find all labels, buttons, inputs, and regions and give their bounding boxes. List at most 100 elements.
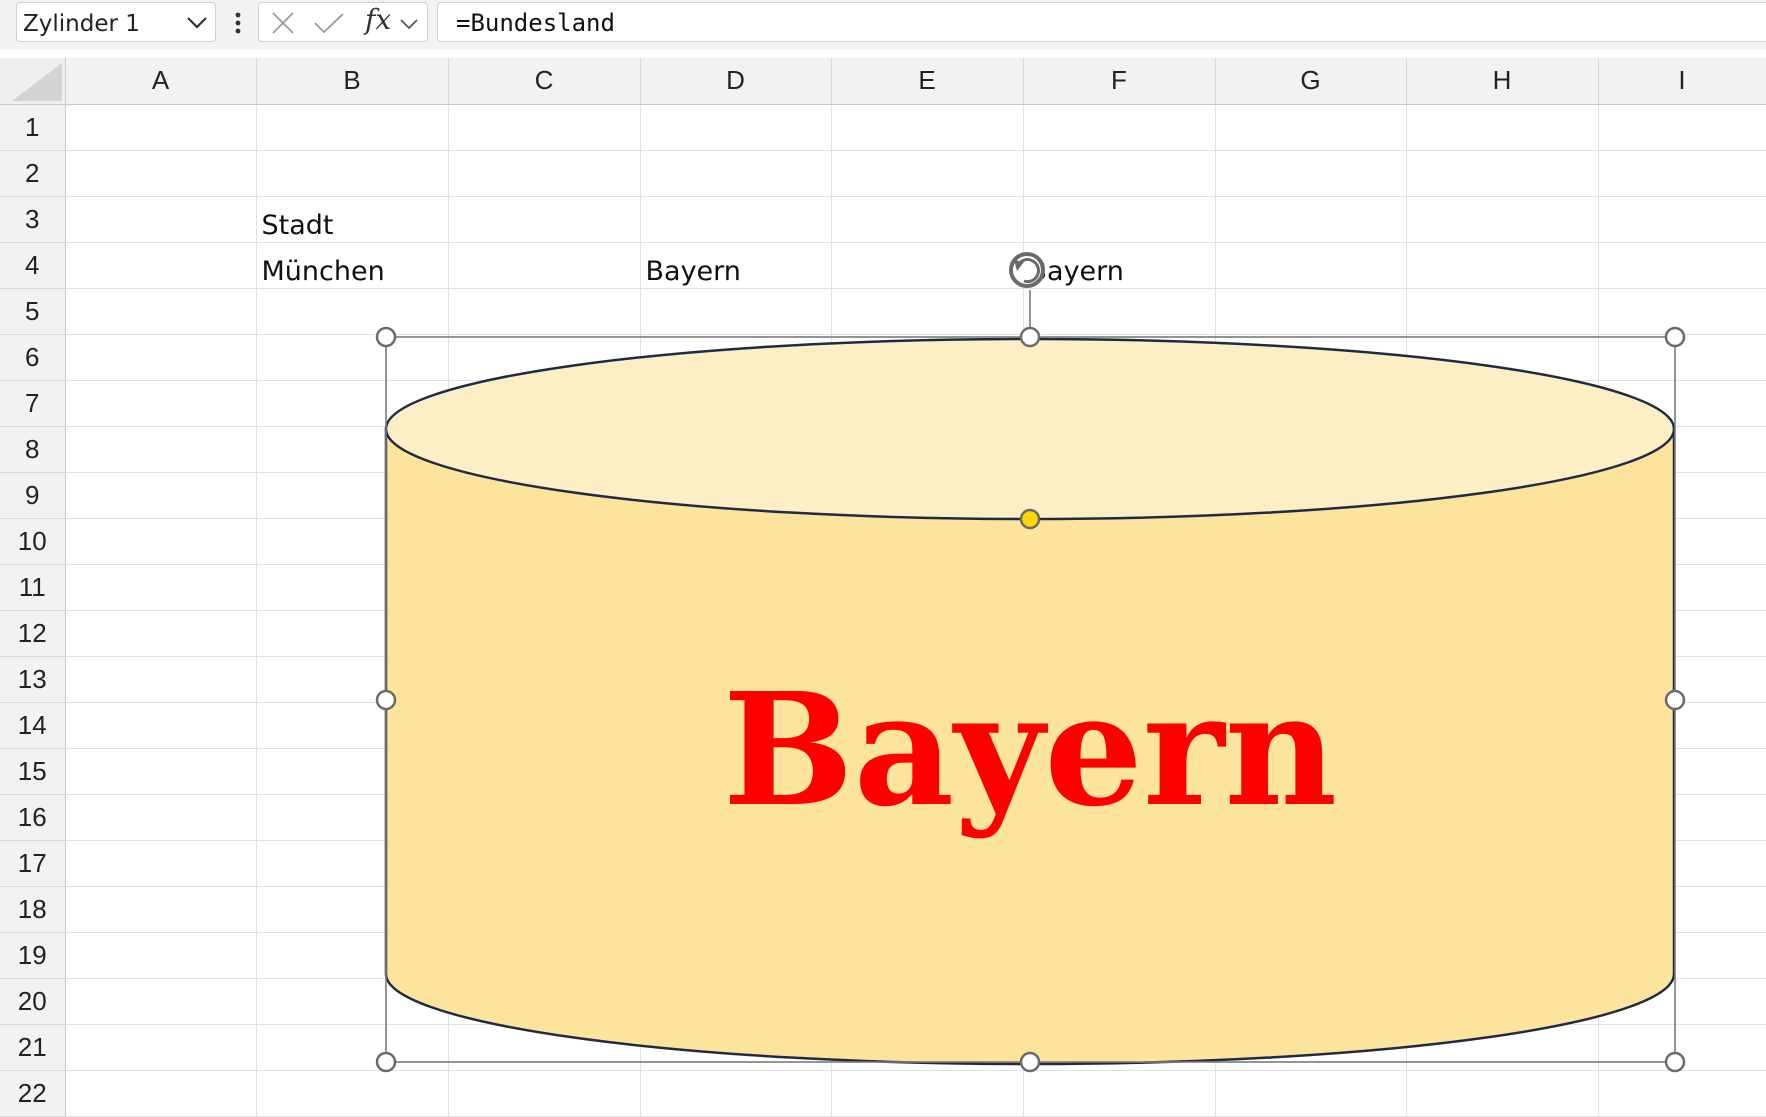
formula-input[interactable]: =Bundesland [437,2,1766,42]
adjust-handle[interactable] [1019,508,1041,530]
row-header-3[interactable]: 3 [0,196,66,243]
row-header-12[interactable]: 12 [0,610,66,657]
cell[interactable] [65,104,257,151]
cell[interactable] [1598,150,1766,197]
cell[interactable] [640,104,832,151]
row-header-9[interactable]: 9 [0,472,66,519]
cell[interactable] [65,932,257,979]
cell[interactable] [1023,150,1216,197]
column-header-h[interactable]: H [1406,58,1599,105]
cell[interactable] [1598,1070,1766,1117]
row-header-18[interactable]: 18 [0,886,66,933]
column-header-i[interactable]: I [1598,58,1766,105]
cell[interactable] [65,564,257,611]
cell[interactable] [65,150,257,197]
column-header-a[interactable]: A [65,58,257,105]
cell[interactable] [65,1024,257,1071]
chevron-down-icon[interactable] [185,15,209,31]
cell[interactable] [65,380,257,427]
cell[interactable] [1406,1070,1599,1117]
cell[interactable] [1598,242,1766,289]
row-header-8[interactable]: 8 [0,426,66,473]
more-options-icon[interactable] [228,8,248,38]
cell-b4[interactable]: München [256,242,449,289]
cell[interactable] [1598,104,1766,151]
column-header-d[interactable]: D [640,58,832,105]
row-header-13[interactable]: 13 [0,656,66,703]
enter-icon[interactable] [313,12,345,34]
cell[interactable] [1215,242,1407,289]
column-header-f[interactable]: F [1023,58,1216,105]
cell[interactable] [831,1070,1024,1117]
fx-icon[interactable]: fx [365,3,391,36]
cell[interactable] [640,288,832,335]
resize-handle-ne[interactable] [1664,326,1686,348]
cell-b3[interactable]: Stadt [256,196,449,243]
cell[interactable] [65,1070,257,1117]
row-header-5[interactable]: 5 [0,288,66,335]
row-header-14[interactable]: 14 [0,702,66,749]
cell[interactable] [448,242,641,289]
cell[interactable] [1215,196,1407,243]
resize-handle-sw[interactable] [375,1051,397,1073]
cell-f4[interactable]: Bayern [1023,242,1216,289]
cell[interactable] [1406,150,1599,197]
cell[interactable] [448,196,641,243]
cell[interactable] [640,196,832,243]
cell[interactable] [448,288,641,335]
cell[interactable] [65,978,257,1025]
cell[interactable] [65,518,257,565]
cell[interactable] [65,288,257,335]
cell[interactable] [1023,1070,1216,1117]
cell[interactable] [65,610,257,657]
cell[interactable] [1023,196,1216,243]
row-header-15[interactable]: 15 [0,748,66,795]
select-all-corner[interactable] [0,58,66,105]
cell[interactable] [256,334,449,381]
cell[interactable] [448,104,641,151]
row-header-20[interactable]: 20 [0,978,66,1025]
cell[interactable] [1215,104,1407,151]
row-header-11[interactable]: 11 [0,564,66,611]
resize-handle-nw[interactable] [375,326,397,348]
cell[interactable] [65,702,257,749]
row-header-4[interactable]: 4 [0,242,66,289]
cell[interactable] [65,196,257,243]
row-header-7[interactable]: 7 [0,380,66,427]
cell[interactable] [1215,1070,1407,1117]
cell[interactable] [831,196,1024,243]
rotate-icon[interactable] [1009,252,1045,288]
cell[interactable] [831,288,1024,335]
column-header-e[interactable]: E [831,58,1024,105]
cell[interactable] [65,242,257,289]
column-header-b[interactable]: B [256,58,449,105]
cell[interactable] [1215,288,1407,335]
cell[interactable] [65,426,257,473]
column-header-g[interactable]: G [1215,58,1407,105]
cylinder-shape[interactable]: Bayern [384,337,1676,1066]
cell[interactable] [640,150,832,197]
cell[interactable] [256,150,449,197]
cell[interactable] [448,150,641,197]
cell[interactable] [831,104,1024,151]
cell[interactable] [1406,104,1599,151]
cell[interactable] [65,334,257,381]
cell[interactable] [1406,288,1599,335]
cell[interactable] [640,1070,832,1117]
cell[interactable] [1406,196,1599,243]
cell[interactable] [65,840,257,887]
cell[interactable] [256,288,449,335]
row-header-1[interactable]: 1 [0,104,66,151]
cell[interactable] [1598,288,1766,335]
chevron-down-icon[interactable] [399,17,419,31]
row-header-6[interactable]: 6 [0,334,66,381]
cell[interactable] [256,104,449,151]
cell[interactable] [1023,104,1216,151]
resize-handle-w[interactable] [375,689,397,711]
cancel-icon[interactable] [271,12,295,34]
cell[interactable] [65,656,257,703]
cell[interactable] [448,1070,641,1117]
cell[interactable] [1023,288,1216,335]
cell[interactable] [65,472,257,519]
cell[interactable] [831,150,1024,197]
